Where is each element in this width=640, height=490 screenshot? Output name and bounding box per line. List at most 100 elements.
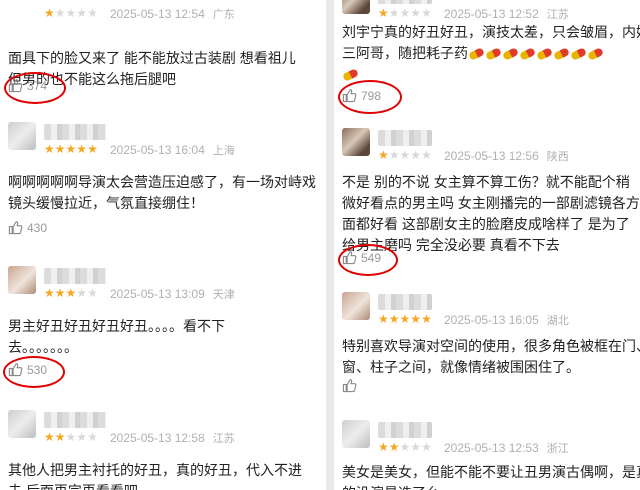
username-blurred[interactable] [44,124,106,140]
comment-date: 2025-05-13 12:58 [110,431,205,445]
star-empty-icon: ★ [421,440,432,454]
comment-text: 男主好丑好丑好丑好丑。。。。看不下 去。。。。。。。 [8,316,320,358]
star-filled-icon: ★ [399,312,411,326]
pill-emoji-icon [519,47,536,62]
rating-stars: ★★★★★ [378,149,432,161]
right-comment-column: ★★★★★ 2025-05-13 12:52 江苏 刘宇宁真的好丑好丑，演技太差，只会… [334,0,640,490]
rating-stars: ★★★★★ [44,431,98,443]
comment-line: 微好看点的男主吗 女主刚播完的一部剧滤镜各方 [342,195,640,211]
star-empty-icon: ★ [87,286,98,300]
like-button[interactable] [342,378,361,393]
left-comment-column: ★★★★★ 2025-05-13 12:54 广东 面具下的脸又来了 能不能放过古装剧… [0,0,326,490]
comment-line: 美女是美女，但能不能不要让丑男演古偶啊，是真 [342,464,640,480]
star-filled-icon: ★ [44,142,55,156]
comment-meta: 2025-05-13 13:09 天津 [110,286,235,302]
pill-emoji-icon [536,47,553,62]
comment-location: 天津 [212,289,235,301]
username-blurred[interactable] [378,422,432,438]
username-blurred[interactable] [378,0,432,4]
comment-line: 窗、柱子之间，就像情绪被围困住了。 [342,359,580,375]
pill-emoji-icon [485,47,502,62]
star-empty-icon: ★ [76,286,88,300]
thumbs-up-icon [8,220,27,235]
pill-emoji-icon [587,47,604,62]
comment-text: 刘宇宁真的好丑好丑，演技太差，只会皱眉，内娱 三阿哥，随把耗子药 [342,22,640,85]
comment-line: 去 后面再完再看看吧 [8,483,138,490]
avatar[interactable] [342,128,370,156]
comment-meta: 2025-05-13 12:56 陕西 [444,148,569,164]
comment-line: 面具下的脸又来了 能不能放过古装剧 想看祖儿 [8,50,296,66]
rating-stars: ★★★★★ [44,287,98,299]
comment-location: 上海 [212,145,235,157]
comment-location: 陕西 [546,151,569,163]
star-filled-icon: ★ [54,430,66,444]
star-filled-icon: ★ [54,142,66,156]
star-empty-icon: ★ [421,148,432,162]
comment-line: 刘宇宁真的好丑好丑，演技太差，只会皱眉，内娱 [342,24,640,40]
comment-date: 2025-05-13 16:05 [444,313,539,327]
username-blurred[interactable] [378,130,432,146]
rating-stars: ★★★★★ [378,441,432,453]
star-empty-icon: ★ [87,6,98,20]
comment-text: 特别喜欢导演对空间的使用，很多角色被框在门、 窗、柱子之间，就像情绪被围困住了。 [342,336,640,378]
comment-line: 镜头缓慢拉近，气氛直接绷住！ [8,195,204,211]
avatar[interactable] [8,410,36,438]
comment-meta: 2025-05-13 16:05 湖北 [444,312,569,328]
highlight-circle [338,80,402,114]
rating-stars: ★★★★★ [44,7,98,19]
username-blurred[interactable] [44,412,106,428]
star-filled-icon: ★ [44,286,55,300]
comment-meta: 2025-05-13 12:58 江苏 [110,430,235,446]
star-empty-icon: ★ [399,148,411,162]
like-button[interactable]: 430 [8,220,47,235]
comment-date: 2025-05-13 13:09 [110,287,205,301]
star-empty-icon: ★ [76,430,88,444]
star-filled-icon: ★ [378,312,389,326]
comment-meta: 2025-05-13 16:04 上海 [110,142,235,158]
comment-location: 湖北 [546,315,569,327]
star-filled-icon: ★ [87,142,98,156]
comment-location: 江苏 [212,433,235,445]
comment-meta: 2025-05-13 12:54 广东 [110,6,235,22]
avatar[interactable] [342,292,370,320]
star-empty-icon: ★ [399,6,411,20]
like-count: 430 [27,220,48,235]
avatar[interactable] [342,420,370,448]
comment-location: 浙江 [546,443,569,455]
pill-emoji-icon [502,47,519,62]
comment-text: 美女是美女，但能不能不要让丑男演古偶啊，是真的没演最选了么 [342,462,640,490]
comment-meta: 2025-05-13 12:52 江苏 [444,6,569,22]
comment-line: 啊啊啊啊啊导演太会营造压迫感了，有一场对峙戏 [8,174,316,190]
comment-line: 其他人把男主衬托的好丑，真的好丑，代入不进 [8,462,302,478]
star-filled-icon: ★ [388,440,400,454]
star-empty-icon: ★ [54,6,66,20]
comment-line: 特别喜欢导演对空间的使用，很多角色被框在门、 [342,338,640,354]
comment-date: 2025-05-13 12:53 [444,441,539,455]
username-blurred[interactable] [44,268,106,284]
star-filled-icon: ★ [54,286,66,300]
comment-text: 其他人把男主衬托的好丑，真的好丑，代入不进去 后面再完再看看吧 [8,460,320,490]
star-empty-icon: ★ [76,6,88,20]
star-empty-icon: ★ [421,6,432,20]
avatar[interactable] [8,122,36,150]
pill-emoji-icon [468,47,485,62]
star-filled-icon: ★ [388,312,400,326]
star-empty-icon: ★ [399,440,411,454]
avatar[interactable] [8,266,36,294]
pill-emoji-icon [553,47,570,62]
avatar[interactable] [342,0,370,14]
star-empty-icon: ★ [388,6,400,20]
comment-line: 男主好丑好丑好丑好丑。。。。看不下 [8,318,225,334]
comment-location: 江苏 [546,9,569,21]
star-filled-icon: ★ [44,6,55,20]
pill-emoji-icon [342,68,359,83]
comment-meta: 2025-05-13 12:53 浙江 [444,440,569,456]
comment-line: 面都好看 这部剧女主的脸磨皮成啥样了 是为了 [342,216,630,232]
comment-text: 不是 别的不说 女主算不算工伤？就不能配个稍 微好看点的男主吗 女主刚播完的一部剧… [342,172,640,256]
rating-stars: ★★★★★ [44,143,98,155]
rating-stars: ★★★★★ [378,313,432,325]
star-filled-icon: ★ [65,286,77,300]
pill-emoji-icon [570,47,587,62]
username-blurred[interactable] [378,294,432,310]
star-filled-icon: ★ [378,440,389,454]
